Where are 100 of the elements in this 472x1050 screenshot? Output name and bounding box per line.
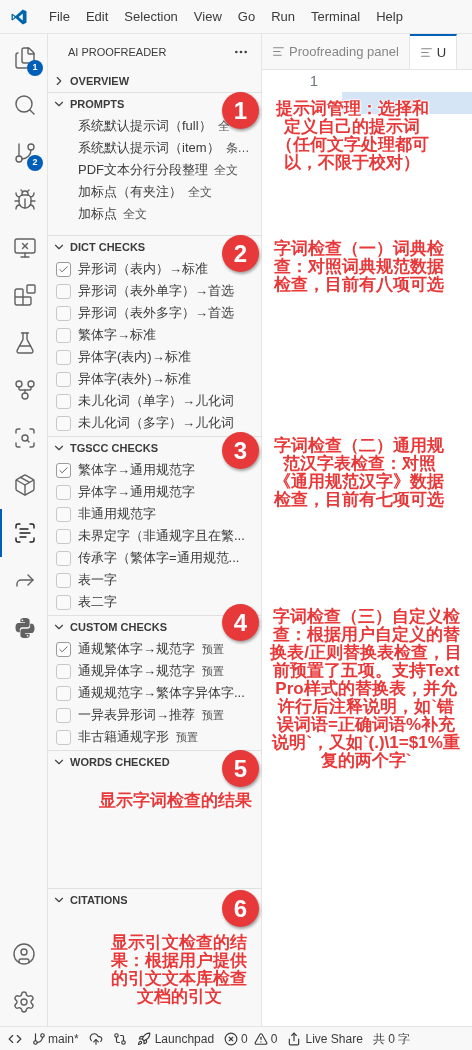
check-label: 异形词（表内）→标准	[78, 260, 208, 279]
checkbox[interactable]	[56, 641, 71, 657]
check-label: 表二字	[78, 593, 117, 612]
prompt-name[interactable]: PDF文本分行分段整理	[78, 160, 208, 180]
checkbox[interactable]	[56, 462, 71, 478]
prompt-scope: 全文	[188, 184, 212, 201]
checkbox[interactable]	[56, 663, 71, 679]
checkbox[interactable]	[56, 594, 71, 610]
prompt-name[interactable]: 系统默认提示词（item）	[78, 138, 220, 158]
settings-icon[interactable]	[11, 990, 36, 1014]
preset-tag: 预置	[202, 640, 224, 658]
menu-item[interactable]: Go	[230, 6, 263, 27]
check-label: 异体字→通用规范字	[78, 483, 195, 502]
check-label: 非通用规范字	[78, 505, 156, 524]
check-label: 表一字	[78, 571, 117, 590]
git-compare-icon[interactable]	[112, 1031, 127, 1046]
checkbox[interactable]	[56, 261, 71, 277]
checkbox[interactable]	[56, 305, 71, 321]
checkbox[interactable]	[56, 349, 71, 365]
checkbox[interactable]	[56, 707, 71, 723]
check-icon	[58, 263, 69, 275]
preset-tag: 预置	[202, 706, 224, 724]
share-icon	[287, 1031, 302, 1046]
warning-count[interactable]: 0	[270, 1029, 278, 1048]
menu-item[interactable]: Edit	[78, 6, 116, 27]
section-title[interactable]: DICT CHECKS	[70, 238, 146, 256]
branch-name[interactable]: main*	[48, 1029, 79, 1048]
checkbox[interactable]	[56, 528, 71, 544]
scan-text-icon	[12, 520, 37, 545]
check-label: 未界定字（非通规字且在繁...	[78, 527, 245, 546]
activity-item[interactable]: 1	[0, 34, 47, 82]
tab-label: Proofreading panel	[289, 42, 399, 61]
extensions-icon	[12, 283, 37, 308]
checkbox[interactable]	[56, 371, 71, 387]
section-title[interactable]: CITATIONS	[70, 891, 128, 909]
callout-text: 显示字词检查的结果	[97, 792, 253, 810]
prompt-scope: 条…	[225, 140, 250, 157]
tab-label: U	[436, 43, 447, 62]
prompt-name[interactable]: 系统默认提示词（full）	[78, 116, 212, 136]
check-label: 繁体字→标准	[78, 326, 156, 345]
callout-text: 字词检查（三）自定义检查：根据用户自定义的替换表/正则替换表检查，目前预置了五项。支持TextPro样式的替换表，并允许行后注释说明，如`错误词语=正确词语%补充说明`，又如`(.)\1=$1%重复的两个字`	[270, 608, 462, 770]
sidebar-title: AI PROOFREADER	[68, 44, 167, 60]
checkbox[interactable]	[56, 484, 71, 500]
check-label: 通规规范字→繁体字异体字...	[78, 684, 245, 703]
checkbox[interactable]	[56, 327, 71, 343]
checkbox[interactable]	[56, 506, 71, 522]
section-title[interactable]: OVERVIEW	[70, 72, 130, 90]
check-label: 传承字（繁体字=通用规范...	[78, 549, 240, 568]
checkbox[interactable]	[56, 415, 71, 431]
prompt-name[interactable]: 加标点	[78, 204, 117, 224]
git-fork-icon	[12, 378, 37, 403]
checkbox[interactable]	[56, 572, 71, 588]
menu-item[interactable]: View	[186, 6, 229, 27]
launchpad-label[interactable]: Launchpad	[154, 1029, 215, 1048]
check-label: 异体字(表外)→标准	[78, 370, 191, 389]
callout-text: 字词检查（二）通用规范汉字表检查：对照《通用规范汉字》数据检查，目前有七项可选	[273, 437, 445, 509]
word-count[interactable]: 共 0 字	[372, 1029, 411, 1048]
checkbox[interactable]	[56, 685, 71, 701]
cloud-upload-icon[interactable]	[88, 1031, 103, 1046]
count-badge: 1	[27, 60, 43, 76]
callout-text: 字词检查（一）词典检查：对照词典规范数据检查，目前有八项可选	[273, 240, 445, 294]
callout-text: 显示引文检查的结果：根据用户提供的引文文本库检查文档的引文	[110, 934, 248, 1006]
checkbox[interactable]	[56, 393, 71, 409]
check-label: 繁体字→通用规范字	[78, 461, 195, 480]
live-share-label[interactable]: Live Share	[305, 1029, 363, 1048]
prompt-name[interactable]: 加标点（有夹注）	[78, 182, 182, 202]
check-label: 异形词（表外多字）→首选	[78, 304, 234, 323]
file-lines-icon	[272, 45, 285, 58]
menu-item[interactable]: Selection	[117, 6, 185, 27]
editor-tab[interactable]: U	[409, 34, 458, 69]
preset-tag: 预置	[176, 728, 198, 746]
rocket-icon	[136, 1031, 151, 1046]
monitor-icon	[12, 235, 37, 260]
error-icon	[224, 1031, 239, 1046]
account-icon[interactable]	[11, 942, 36, 966]
check-label: 一异表异形词→推荐	[78, 706, 195, 725]
check-label: 异形词（表外单字）→首选	[78, 282, 234, 301]
menu-item[interactable]: Terminal	[304, 6, 368, 27]
branch-icon	[32, 1031, 46, 1046]
prompt-scope: 全文	[123, 206, 147, 223]
source-control-icon	[12, 140, 37, 165]
editor-logo-icon	[10, 7, 28, 26]
check-icon	[58, 643, 69, 655]
checkbox[interactable]	[56, 729, 71, 745]
checkbox[interactable]	[56, 283, 71, 299]
section-title[interactable]: WORDS CHECKED	[70, 753, 170, 771]
menu-item[interactable]: Run	[264, 6, 302, 27]
section-title[interactable]: CUSTOM CHECKS	[70, 618, 167, 636]
section-title[interactable]: TGSCC CHECKS	[70, 439, 158, 457]
error-count[interactable]: 0	[241, 1029, 248, 1048]
menu-item[interactable]: Help	[369, 6, 410, 27]
checkbox[interactable]	[56, 550, 71, 566]
check-label: 异体字(表内)→标准	[78, 348, 191, 367]
file-lines-icon	[419, 46, 433, 59]
activity-item[interactable]: 2	[0, 129, 47, 177]
python-icon[interactable]	[12, 615, 37, 640]
menu-item[interactable]: File	[42, 6, 77, 27]
check-label: 未儿化词（多字）→儿化词	[78, 414, 234, 433]
scan-search-icon	[12, 425, 37, 450]
section-title[interactable]: PROMPTS	[70, 95, 125, 113]
